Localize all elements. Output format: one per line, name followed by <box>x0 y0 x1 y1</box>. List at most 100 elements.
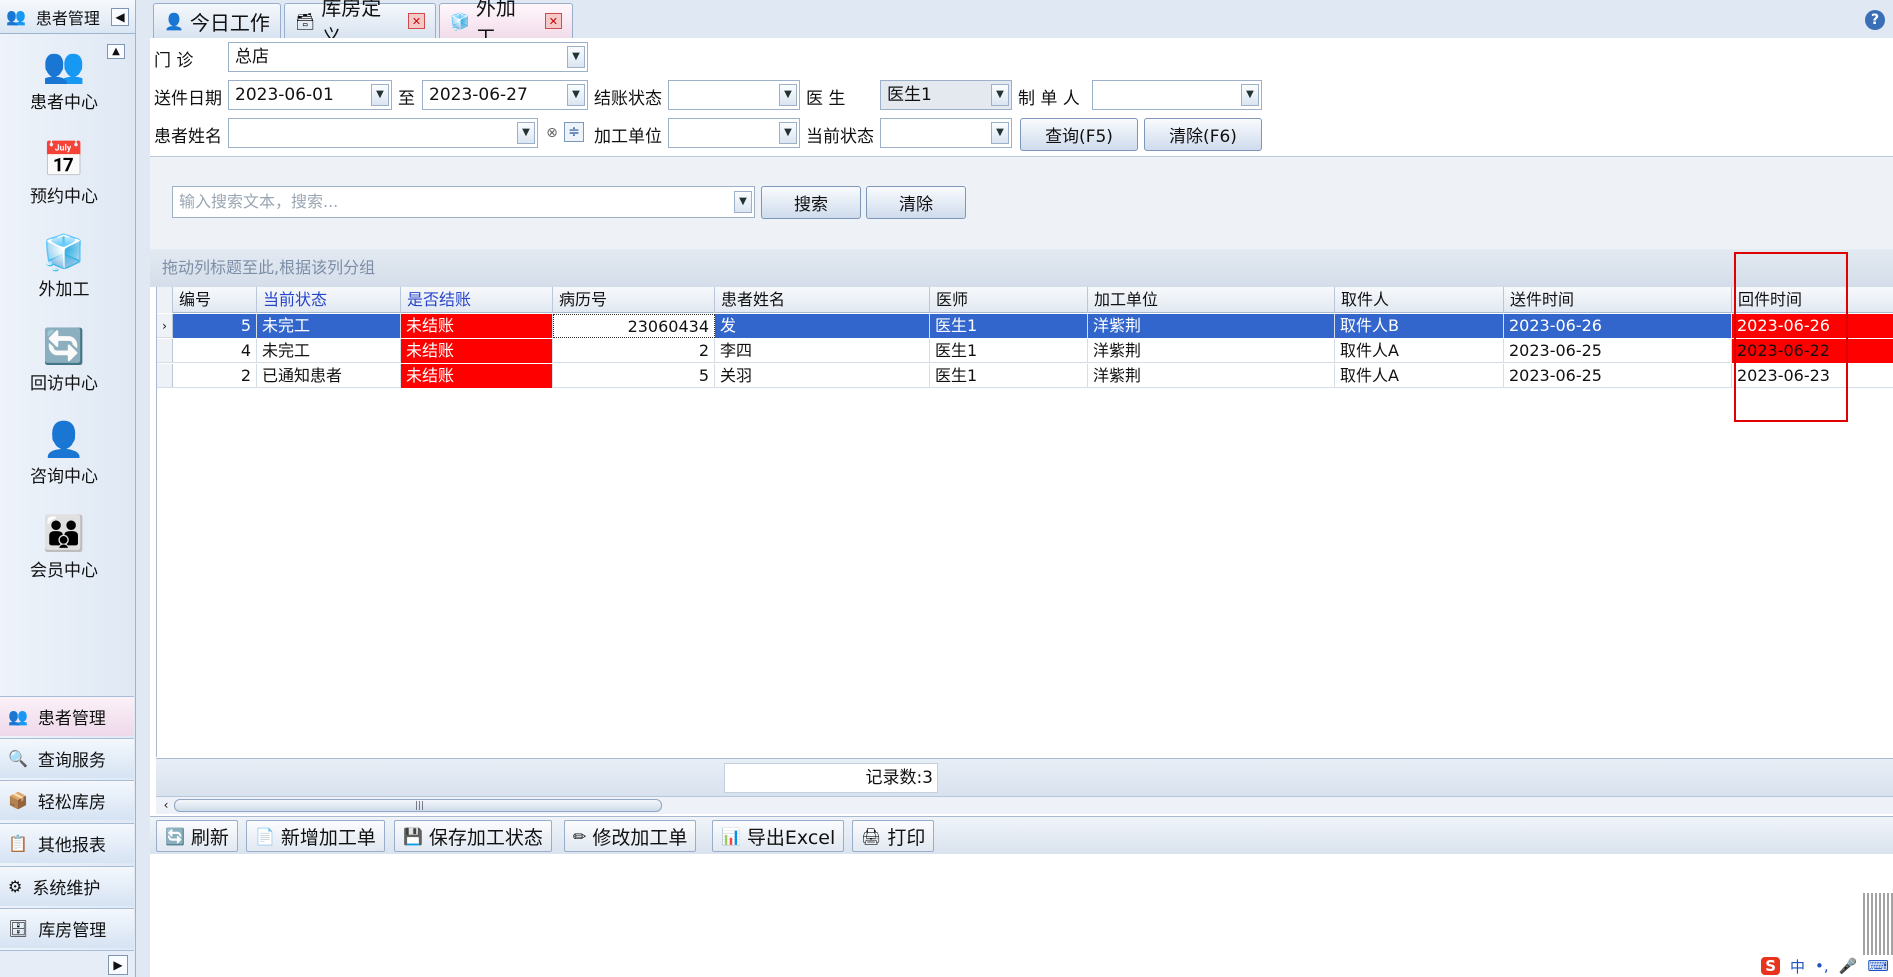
new-order-button[interactable]: 📄 新增加工单 <box>246 820 385 852</box>
cell-patient[interactable]: 发 <box>715 314 930 338</box>
tab-outsourcing[interactable]: 🧊 外加工 ✕ <box>439 0 573 49</box>
chevron-down-icon[interactable]: ▼ <box>567 84 585 106</box>
column-header[interactable]: 送件时间 <box>1504 287 1732 313</box>
cell-send-time[interactable]: 2023-06-25 <box>1504 364 1732 388</box>
nav-patient-management[interactable]: 👥 患者管理 <box>0 696 134 736</box>
cell-record-no[interactable]: 5 <box>553 364 715 388</box>
chevron-down-icon[interactable]: ▼ <box>371 84 389 106</box>
ime-mode-icon[interactable]: 中 <box>1790 956 1805 977</box>
help-icon[interactable]: ? <box>1865 10 1885 30</box>
cell-picker[interactable]: 取件人A <box>1335 339 1504 363</box>
pick-patient-icon[interactable]: ≑ <box>564 122 584 142</box>
sidebar-item-followup-center[interactable]: 🔄 回访中心 <box>0 325 128 394</box>
table-row[interactable]: › 5 未完工 未结账 23060434 发 医生1 洋紫荆 取件人B 2023… <box>157 314 1893 338</box>
keyboard-icon[interactable]: ⌨ <box>1867 957 1889 975</box>
save-status-button[interactable]: 💾 保存加工状态 <box>394 820 552 852</box>
search-input[interactable]: 输入搜索文本，搜索... ▼ <box>172 186 755 218</box>
cell-record-no[interactable]: 23060434 <box>553 314 715 338</box>
cell-status[interactable]: 未完工 <box>257 314 401 338</box>
chevron-down-icon[interactable]: ▼ <box>567 46 585 68</box>
cell-return-time[interactable]: 2023-06-26 <box>1732 314 1893 338</box>
query-button[interactable]: 查询(F5) <box>1020 118 1138 151</box>
cell-status[interactable]: 未完工 <box>257 339 401 363</box>
maker-select[interactable]: ▼ <box>1092 80 1262 110</box>
column-header[interactable]: 取件人 <box>1335 287 1504 313</box>
cell-record-no[interactable]: 2 <box>553 339 715 363</box>
patient-name-input[interactable]: ▼ <box>228 118 538 148</box>
cell-return-time[interactable]: 2023-06-23 <box>1732 364 1893 388</box>
clear-input-icon[interactable]: ⊗ <box>542 123 562 143</box>
cell-status[interactable]: 已通知患者 <box>257 364 401 388</box>
scroll-left-icon[interactable]: ‹ <box>158 798 174 813</box>
table-row[interactable]: 2 已通知患者 未结账 5 关羽 医生1 洋紫荆 取件人A 2023-06-25… <box>157 364 1893 388</box>
chevron-down-icon[interactable]: ▼ <box>734 191 752 213</box>
group-by-panel[interactable]: 拖动列标题至此,根据该列分组 <box>150 249 1893 287</box>
nav-storage-management[interactable]: 🗄 库房管理 <box>0 908 134 948</box>
clinic-select[interactable]: 总店 ▼ <box>228 42 588 72</box>
cell-settled[interactable]: 未结账 <box>401 364 553 388</box>
cell-doctor[interactable]: 医生1 <box>930 339 1088 363</box>
export-excel-button[interactable]: 📊 导出Excel <box>712 820 845 852</box>
cell-return-time[interactable]: 2023-06-22 <box>1732 339 1893 363</box>
table-row[interactable]: 4 未完工 未结账 2 李四 医生1 洋紫荆 取件人A 2023-06-25 2… <box>157 339 1893 363</box>
nav-easy-warehouse[interactable]: 📦 轻松库房 <box>0 780 134 820</box>
cell-id[interactable]: 2 <box>173 364 257 388</box>
column-header[interactable]: 病历号 <box>553 287 715 313</box>
chevron-down-icon[interactable]: ▼ <box>779 122 797 144</box>
tab-warehouse-definition[interactable]: 🗃 库房定义 ✕ <box>284 0 436 49</box>
cell-settled[interactable]: 未结账 <box>401 339 553 363</box>
close-icon[interactable]: ✕ <box>544 13 562 29</box>
cell-unit[interactable]: 洋紫荆 <box>1088 364 1335 388</box>
refresh-button[interactable]: 🔄 刷新 <box>156 820 238 852</box>
expand-nav-button[interactable]: ▶ <box>108 955 128 975</box>
print-button[interactable]: 🖨 打印 <box>852 820 935 852</box>
search-button[interactable]: 搜索 <box>761 186 861 219</box>
cell-doctor[interactable]: 医生1 <box>930 364 1088 388</box>
sidebar-item-member-center[interactable]: 👪 会员中心 <box>0 512 128 581</box>
chevron-down-icon[interactable]: ▼ <box>517 122 535 144</box>
nav-query-service[interactable]: 🔍 查询服务 <box>0 738 134 778</box>
ime-logo-icon[interactable]: S <box>1761 957 1781 975</box>
scrollbar-thumb[interactable]: ||| <box>174 799 662 812</box>
column-header[interactable]: 编号 <box>173 287 257 313</box>
doctor-select[interactable]: 医生1 ▼ <box>880 80 1012 110</box>
chevron-down-icon[interactable]: ▼ <box>991 122 1009 144</box>
sidebar-item-appointment-center[interactable]: 📅 预约中心 <box>0 138 128 207</box>
cell-picker[interactable]: 取件人B <box>1335 314 1504 338</box>
cell-send-time[interactable]: 2023-06-25 <box>1504 339 1732 363</box>
close-icon[interactable]: ✕ <box>408 13 425 29</box>
sidebar-item-outsourcing[interactable]: 🧊 外加工 <box>0 231 128 300</box>
processing-unit-select[interactable]: ▼ <box>668 118 800 148</box>
cell-id[interactable]: 5 <box>173 314 257 338</box>
chevron-down-icon[interactable]: ▼ <box>779 84 797 106</box>
nav-other-reports[interactable]: 📋 其他报表 <box>0 823 134 863</box>
current-status-select[interactable]: ▼ <box>880 118 1012 148</box>
cell-doctor[interactable]: 医生1 <box>930 314 1088 338</box>
column-header[interactable]: 患者姓名 <box>715 287 930 313</box>
collapse-sidebar-button[interactable]: ◀ <box>111 7 129 26</box>
cell-patient[interactable]: 关羽 <box>715 364 930 388</box>
column-header[interactable]: 加工单位 <box>1088 287 1335 313</box>
nav-system-maintenance[interactable]: ⚙ 系统维护 <box>0 866 134 906</box>
microphone-icon[interactable]: 🎤 <box>1839 957 1858 975</box>
chevron-down-icon[interactable]: ▼ <box>1241 84 1259 106</box>
date-from-picker[interactable]: 2023-06-01 ▼ <box>228 80 392 110</box>
chevron-down-icon[interactable]: ▼ <box>991 84 1009 106</box>
cell-unit[interactable]: 洋紫荆 <box>1088 314 1335 338</box>
column-header[interactable]: 医师 <box>930 287 1088 313</box>
settle-status-select[interactable]: ▼ <box>668 80 800 110</box>
column-header[interactable]: 回件时间 <box>1732 287 1893 313</box>
clear-filters-button[interactable]: 清除(F6) <box>1144 118 1262 151</box>
horizontal-scrollbar[interactable]: ‹ ||| <box>156 796 1893 814</box>
cell-id[interactable]: 4 <box>173 339 257 363</box>
cell-send-time[interactable]: 2023-06-26 <box>1504 314 1732 338</box>
sidebar-item-consult-center[interactable]: 👤 咨询中心 <box>0 418 128 487</box>
edit-order-button[interactable]: ✏ 修改加工单 <box>564 820 697 852</box>
column-header[interactable]: 是否结账 <box>401 287 553 313</box>
cell-settled[interactable]: 未结账 <box>401 314 553 338</box>
clear-search-button[interactable]: 清除 <box>866 186 966 219</box>
date-to-picker[interactable]: 2023-06-27 ▼ <box>422 80 588 110</box>
cell-unit[interactable]: 洋紫荆 <box>1088 339 1335 363</box>
ime-punct-icon[interactable]: •, <box>1815 957 1829 975</box>
cell-patient[interactable]: 李四 <box>715 339 930 363</box>
